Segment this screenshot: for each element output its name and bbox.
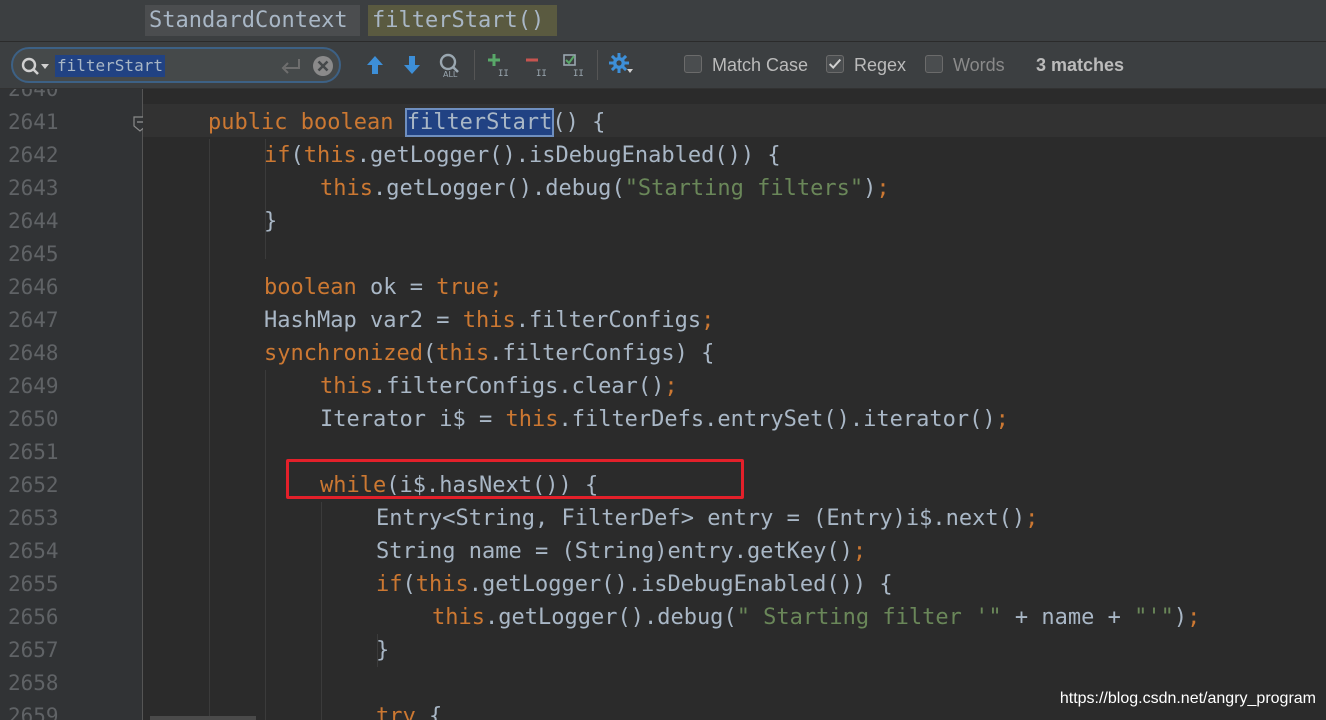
indent-guide bbox=[209, 139, 210, 720]
line-number: 2658 bbox=[8, 671, 59, 695]
next-occurrence-icon[interactable] bbox=[399, 52, 425, 78]
code-line[interactable]: } bbox=[376, 634, 389, 667]
clear-search-icon[interactable] bbox=[312, 55, 334, 77]
regex-label: Regex bbox=[854, 55, 907, 75]
code-line[interactable]: Iterator i$ = this.filterDefs.entrySet()… bbox=[320, 403, 1009, 436]
match-case-checkbox[interactable]: Match Case bbox=[684, 54, 814, 76]
line-number: 2651 bbox=[8, 440, 59, 464]
code-editor[interactable]: 2640 2641 2642 2643 2644 2645 2646 2647 … bbox=[0, 89, 1326, 720]
code-line[interactable]: this.filterConfigs.clear(); bbox=[320, 370, 678, 403]
indent-guide bbox=[321, 502, 322, 720]
svg-text:II: II bbox=[573, 69, 584, 78]
indent-guide bbox=[265, 370, 266, 720]
code-line[interactable]: String name = (String)entry.getKey(); bbox=[376, 535, 866, 568]
toggle-selection-icon[interactable]: II bbox=[561, 52, 587, 78]
breadcrumb-class[interactable]: StandardContext bbox=[145, 5, 360, 36]
line-number: 2645 bbox=[8, 242, 59, 266]
code-line[interactable]: } bbox=[264, 205, 277, 238]
filter-settings-icon[interactable] bbox=[608, 52, 634, 78]
words-label: Words bbox=[953, 55, 1005, 75]
line-number: 2647 bbox=[8, 308, 59, 332]
breadcrumb: StandardContext filterStart() bbox=[0, 0, 1326, 42]
match-case-label: Match Case bbox=[712, 55, 809, 75]
select-all-occurrences-icon[interactable]: ALL bbox=[437, 52, 463, 78]
watermark: https://blog.csdn.net/angry_program bbox=[1059, 690, 1316, 707]
line-number: 2644 bbox=[8, 209, 59, 233]
line-number: 2640 bbox=[8, 89, 59, 101]
line-number: 2642 bbox=[8, 143, 59, 167]
search-box[interactable]: filterStart bbox=[11, 47, 341, 83]
code-line[interactable]: public boolean filterStart() { bbox=[208, 106, 605, 139]
code-line[interactable]: this.getLogger().debug(" Starting filter… bbox=[432, 601, 1200, 634]
line-number: 2650 bbox=[8, 407, 59, 431]
svg-text:ALL: ALL bbox=[443, 70, 458, 78]
regex-box[interactable] bbox=[826, 55, 844, 73]
svg-text:II: II bbox=[536, 69, 547, 78]
search-history-icon[interactable] bbox=[21, 56, 51, 76]
horizontal-scrollbar[interactable] bbox=[150, 716, 256, 720]
line-number: 2653 bbox=[8, 506, 59, 530]
toolbar-separator bbox=[597, 50, 598, 80]
code-line[interactable]: this.getLogger().debug("Starting filters… bbox=[320, 172, 890, 205]
words-checkbox[interactable]: Words bbox=[925, 54, 1015, 76]
line-number: 2641 bbox=[8, 110, 59, 134]
code-line[interactable]: Entry<String, FilterDef> entry = (Entry)… bbox=[376, 502, 1038, 535]
remove-occurrence-icon[interactable]: II bbox=[524, 52, 550, 78]
breadcrumb-method[interactable]: filterStart() bbox=[368, 5, 557, 36]
code-line[interactable]: try { bbox=[376, 700, 442, 720]
line-number-gutter[interactable]: 2640 2641 2642 2643 2644 2645 2646 2647 … bbox=[0, 89, 143, 720]
search-input[interactable] bbox=[55, 54, 285, 78]
code-line[interactable]: synchronized(this.filterConfigs) { bbox=[264, 337, 714, 370]
find-toolbar: filterStart ALL II II II bbox=[0, 42, 1326, 89]
code-line[interactable]: if(this.getLogger().isDebugEnabled()) { bbox=[376, 568, 893, 601]
match-count: 3 matches bbox=[1036, 55, 1125, 75]
code-line[interactable]: if(this.getLogger().isDebugEnabled()) { bbox=[264, 139, 781, 172]
line-number: 2648 bbox=[8, 341, 59, 365]
line-number: 2656 bbox=[8, 605, 59, 629]
line-number: 2649 bbox=[8, 374, 59, 398]
line-number: 2659 bbox=[8, 704, 59, 720]
line-number: 2655 bbox=[8, 572, 59, 596]
line-number: 2654 bbox=[8, 539, 59, 563]
new-line-icon[interactable] bbox=[279, 57, 303, 75]
match-case-box[interactable] bbox=[684, 55, 702, 73]
highlight-annotation-box bbox=[286, 459, 744, 499]
regex-checkbox[interactable]: Regex bbox=[826, 54, 916, 76]
check-icon bbox=[828, 58, 842, 69]
words-box[interactable] bbox=[925, 55, 943, 73]
toolbar-separator bbox=[474, 50, 475, 80]
add-occurrence-icon[interactable]: II bbox=[486, 52, 512, 78]
line-number: 2646 bbox=[8, 275, 59, 299]
code-line[interactable]: boolean ok = true; bbox=[264, 271, 502, 304]
line-number: 2657 bbox=[8, 638, 59, 662]
code-line[interactable]: HashMap var2 = this.filterConfigs; bbox=[264, 304, 714, 337]
previous-occurrence-icon[interactable] bbox=[362, 52, 388, 78]
svg-text:II: II bbox=[498, 69, 509, 78]
line-number: 2652 bbox=[8, 473, 59, 497]
line-number: 2643 bbox=[8, 176, 59, 200]
